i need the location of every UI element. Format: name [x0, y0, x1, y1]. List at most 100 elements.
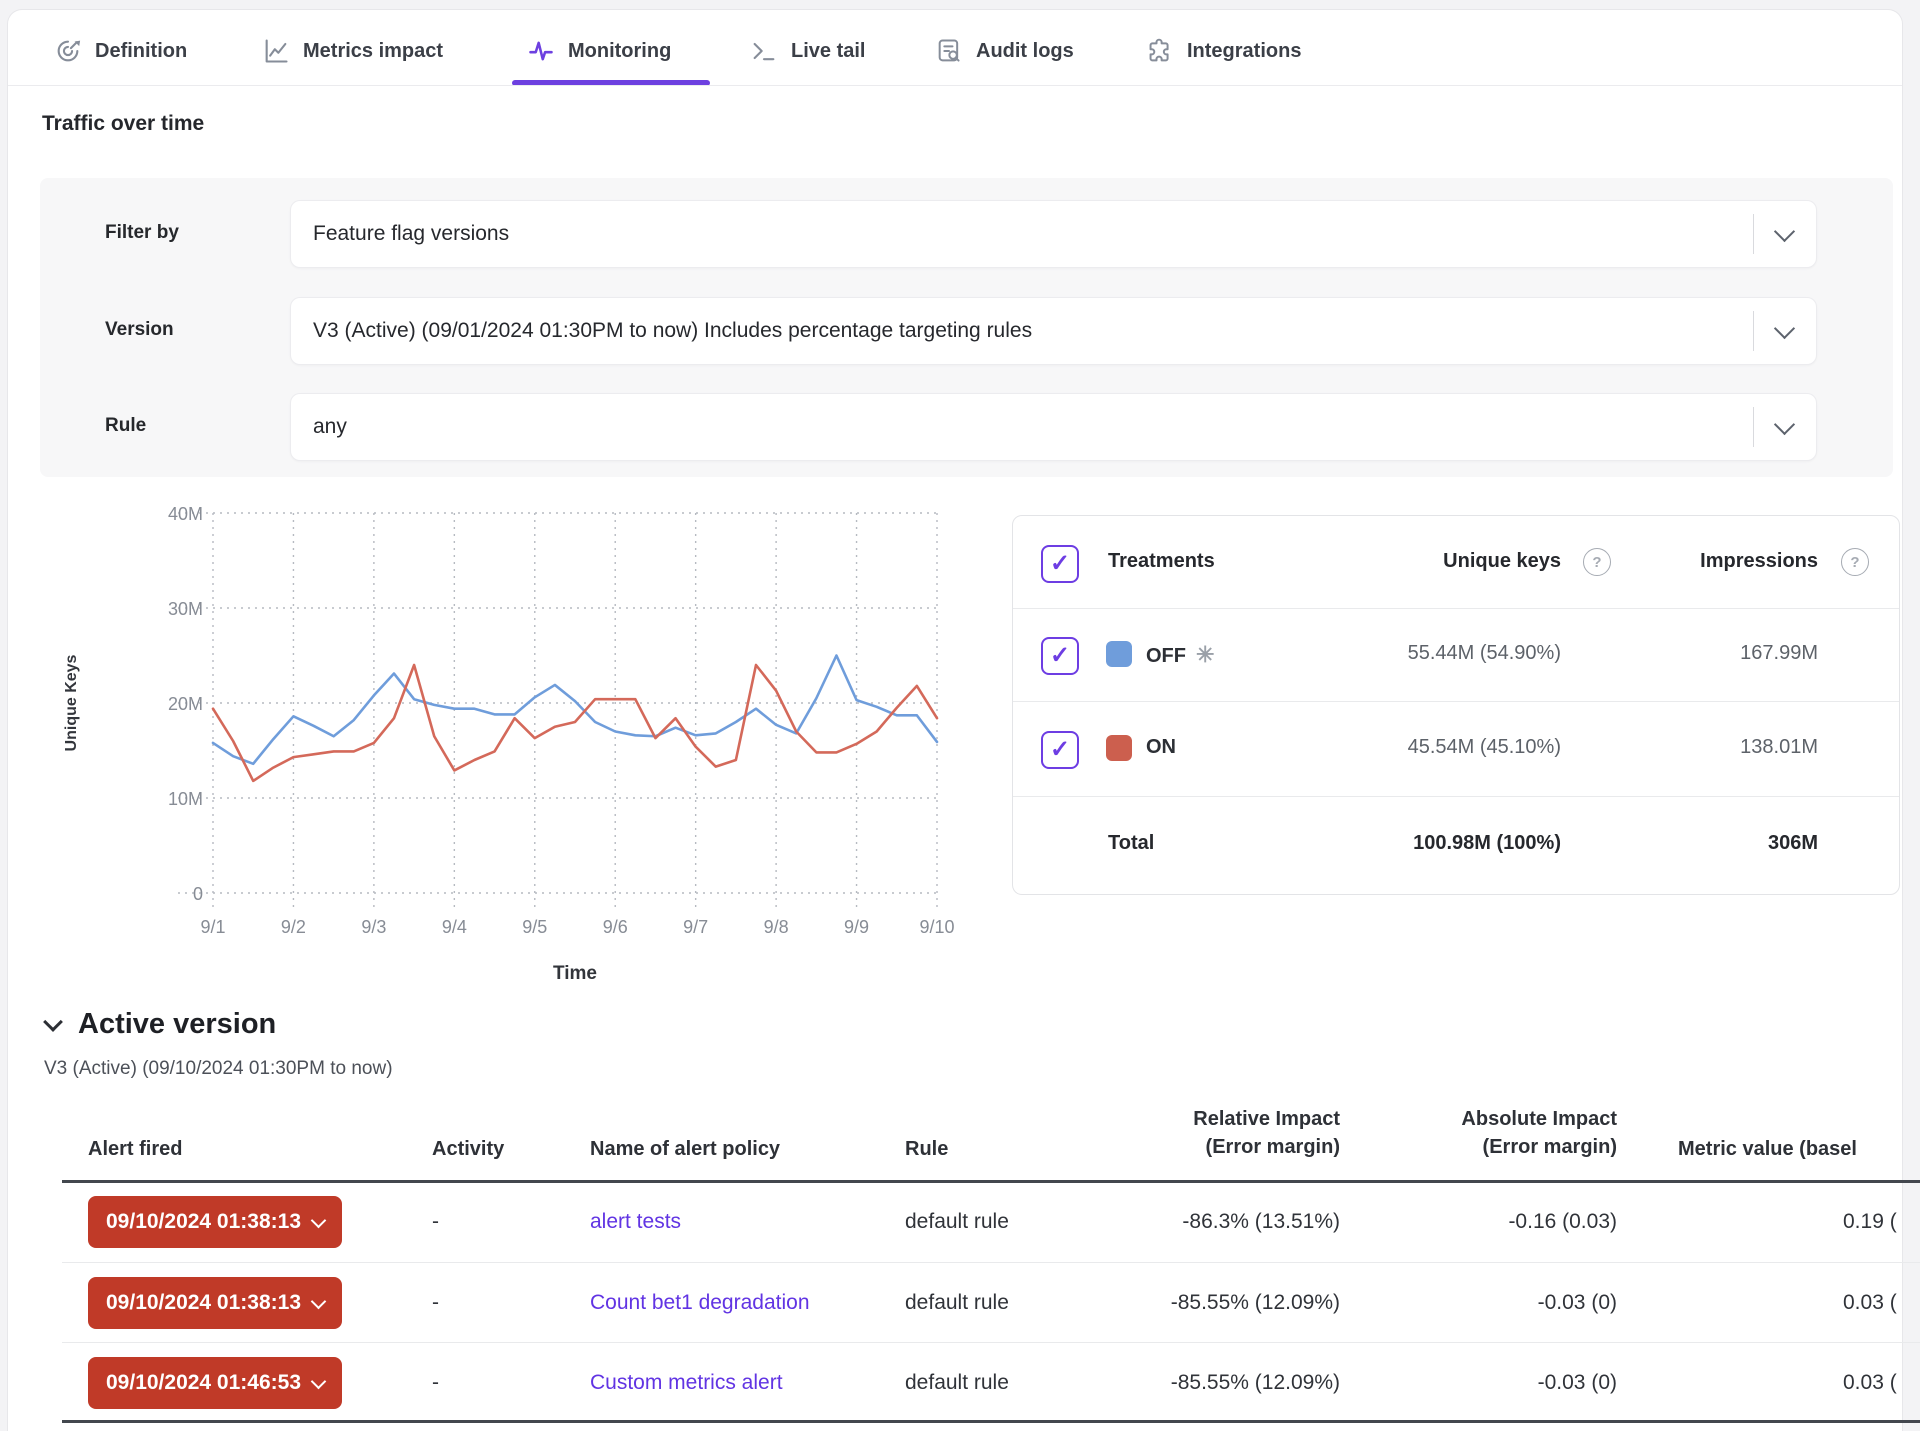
treatments-panel: ✓ Treatments Unique keys ? Impressions ?…: [1012, 515, 1900, 895]
tab-monitoring[interactable]: Monitoring: [527, 28, 671, 74]
filter-row: Filter by Feature flag versions: [40, 200, 1893, 266]
impressions-help-icon[interactable]: ?: [1841, 548, 1869, 576]
definition-icon: [54, 37, 82, 65]
alert-policy-link[interactable]: Count bet1 degradation: [590, 1291, 810, 1315]
version-select[interactable]: V3 (Active) (09/01/2024 01:30PM to now) …: [290, 297, 1817, 365]
filter-by-select[interactable]: Feature flag versions: [290, 200, 1817, 268]
relative-impact-cell: -85.55% (12.09%): [1040, 1371, 1340, 1395]
relative-impact-cell: -86.3% (13.51%): [1040, 1210, 1340, 1234]
svg-text:Time: Time: [553, 963, 597, 984]
tab-label: Integrations: [1187, 40, 1301, 63]
svg-text:10M: 10M: [168, 789, 203, 809]
svg-text:9/6: 9/6: [603, 917, 628, 937]
total-label: Total: [1108, 832, 1154, 855]
rule-select[interactable]: any: [290, 393, 1817, 461]
alert-fired-badge[interactable]: 09/10/2024 01:46:53: [88, 1357, 342, 1409]
tab-live-tail[interactable]: Live tail: [750, 28, 865, 74]
rule-value: any: [313, 415, 347, 439]
treatment-row-off: ✓ OFF✳ 55.44M (54.90%) 167.99M: [1013, 608, 1899, 701]
select-all-checkbox[interactable]: ✓: [1041, 545, 1079, 583]
off-checkbox[interactable]: ✓: [1041, 637, 1079, 675]
total-unique-keys: 100.98M (100%): [1343, 832, 1561, 855]
svg-text:30M: 30M: [168, 599, 203, 619]
on-impressions: 138.01M: [1613, 736, 1818, 759]
alert-row: 09/10/2024 01:38:13 - alert tests defaul…: [0, 1182, 1920, 1262]
svg-text:0: 0: [193, 884, 203, 904]
svg-text:9/9: 9/9: [844, 917, 869, 937]
active-version-toggle[interactable]: Active version: [46, 1008, 276, 1041]
tab-label: Monitoring: [568, 40, 671, 63]
alert-fired-header: Alert fired: [88, 1138, 182, 1161]
treatments-header-row: ✓ Treatments Unique keys ? Impressions ?: [1013, 516, 1899, 608]
metric-value-header: Metric value (basel: [1678, 1138, 1857, 1161]
svg-text:40M: 40M: [168, 505, 203, 524]
table-bottom-border: [62, 1420, 1920, 1423]
tab-integrations[interactable]: Integrations: [1146, 28, 1301, 74]
unique-keys-column-header: Unique keys: [1343, 550, 1561, 573]
total-impressions: 306M: [1613, 832, 1818, 855]
rule-cell: default rule: [905, 1210, 1009, 1234]
traffic-line-chart: 010M20M30M40M9/19/29/39/49/59/69/79/89/9…: [60, 505, 960, 1000]
monitoring-icon: [527, 37, 555, 65]
unique-keys-help-icon[interactable]: ?: [1583, 548, 1611, 576]
relative-impact-header: Relative Impact(Error margin): [1040, 1105, 1340, 1161]
chevron-down-icon: [311, 1212, 327, 1228]
active-version-title: Active version: [78, 1008, 276, 1041]
audit-logs-icon: [935, 37, 963, 65]
svg-text:9/8: 9/8: [764, 917, 789, 937]
monitoring-page: Definition Metrics impact Monitoring Liv…: [0, 0, 1920, 1431]
tab-label: Definition: [95, 40, 187, 63]
treatments-total-row: Total 100.98M (100%) 306M: [1013, 796, 1899, 894]
treatment-name: OFF✳: [1146, 642, 1214, 668]
metric-value-cell: 0.19 (: [1843, 1210, 1897, 1234]
chevron-down-icon: [43, 1012, 63, 1032]
svg-text:9/2: 9/2: [281, 917, 306, 937]
off-impressions: 167.99M: [1613, 642, 1818, 665]
integrations-icon: [1146, 37, 1174, 65]
off-color-swatch: [1106, 641, 1132, 667]
filter-row: Rule any: [40, 393, 1893, 459]
active-version-subtitle: V3 (Active) (09/10/2024 01:30PM to now): [44, 1058, 393, 1080]
svg-text:9/1: 9/1: [200, 917, 225, 937]
alert-fired-badge[interactable]: 09/10/2024 01:38:13: [88, 1196, 342, 1248]
chevron-down-icon: [311, 1373, 327, 1389]
activity-header: Activity: [432, 1138, 504, 1161]
select-divider: [1753, 407, 1754, 447]
tab-audit-logs[interactable]: Audit logs: [935, 28, 1074, 74]
svg-text:9/7: 9/7: [683, 917, 708, 937]
tab-label: Audit logs: [976, 40, 1074, 63]
select-divider: [1753, 214, 1754, 254]
absolute-impact-cell: -0.03 (0): [1330, 1371, 1617, 1395]
absolute-impact-header: Absolute Impact(Error margin): [1330, 1105, 1617, 1161]
rule-header: Rule: [905, 1138, 948, 1161]
activity-cell: -: [432, 1371, 439, 1395]
svg-text:9/3: 9/3: [361, 917, 386, 937]
on-checkbox[interactable]: ✓: [1041, 731, 1079, 769]
frozen-icon: ✳: [1196, 642, 1214, 667]
absolute-impact-cell: -0.03 (0): [1330, 1291, 1617, 1315]
treatments-column-header: Treatments: [1108, 550, 1215, 573]
relative-impact-cell: -85.55% (12.09%): [1040, 1291, 1340, 1315]
activity-cell: -: [432, 1210, 439, 1234]
version-value: V3 (Active) (09/01/2024 01:30PM to now) …: [313, 319, 1032, 343]
live-tail-icon: [750, 37, 778, 65]
metrics-impact-icon: [262, 37, 290, 65]
svg-text:Unique Keys: Unique Keys: [63, 654, 80, 751]
svg-text:9/5: 9/5: [522, 917, 547, 937]
metric-value-cell: 0.03 (: [1843, 1371, 1897, 1395]
alert-fired-badge[interactable]: 09/10/2024 01:38:13: [88, 1277, 342, 1329]
on-color-swatch: [1106, 735, 1132, 761]
rule-cell: default rule: [905, 1291, 1009, 1315]
tab-definition[interactable]: Definition: [54, 28, 187, 74]
alert-policy-link[interactable]: Custom metrics alert: [590, 1371, 783, 1395]
svg-text:9/10: 9/10: [919, 917, 954, 937]
off-unique-keys: 55.44M (54.90%): [1343, 642, 1561, 665]
activity-cell: -: [432, 1291, 439, 1315]
tab-metrics-impact[interactable]: Metrics impact: [262, 28, 443, 74]
impressions-column-header: Impressions: [1613, 550, 1818, 573]
alert-policy-link[interactable]: alert tests: [590, 1210, 681, 1234]
absolute-impact-cell: -0.16 (0.03): [1330, 1210, 1617, 1234]
svg-text:9/4: 9/4: [442, 917, 467, 937]
chevron-down-icon: [1774, 221, 1795, 242]
filter-by-value: Feature flag versions: [313, 222, 509, 246]
